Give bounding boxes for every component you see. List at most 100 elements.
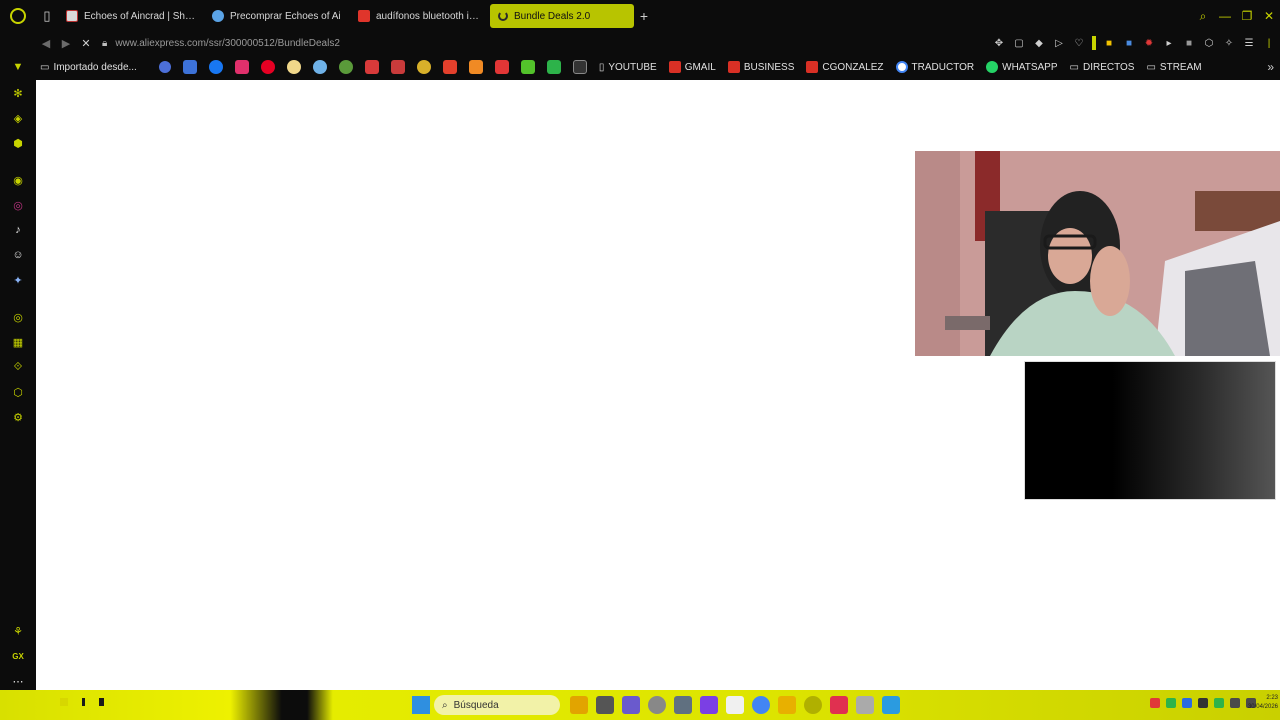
player-icon[interactable]: ◎ [9,308,27,326]
search-tabs-icon[interactable]: ⌕ [1192,0,1214,32]
navigation-bar: ◀ ▶ ✕ 🔒︎ www.aliexpress.com/ssr/30000051… [0,32,1280,54]
settings-icon[interactable]: ⚙ [9,408,27,426]
instagram-icon[interactable]: ◎ [9,196,27,214]
extension-icon-1[interactable]: ■ [1102,36,1116,50]
media-play-icon[interactable]: ▸ [1162,36,1176,50]
bookmark-whatsapp[interactable]: WHATSAPP [982,61,1061,73]
scissors-icon[interactable] [390,60,405,74]
tray-icon[interactable] [1214,698,1224,708]
app-icon[interactable] [674,696,692,714]
taskbar-search[interactable]: ⌕ Búsqueda [434,695,560,715]
address-bar[interactable]: 🔒︎ www.aliexpress.com/ssr/300000512/Bund… [102,38,340,49]
profile-avatar[interactable]: ■ [1182,36,1196,50]
tray-icon[interactable] [1166,698,1176,708]
discord-icon[interactable]: ☺ [9,246,27,264]
bookmark-folder-stream[interactable]: ▭ STREAM [1142,62,1205,73]
bookmark-business[interactable]: BUSINESS [724,61,799,73]
bookmark-icon[interactable] [182,60,197,74]
app-icon[interactable] [622,696,640,714]
extension-icon-3[interactable]: ✹ [1142,36,1156,50]
app-icon[interactable] [882,696,900,714]
hexagon-icon[interactable]: ⬢ [9,134,27,152]
back-button[interactable]: ◀ [36,33,56,53]
extensions-icon[interactable]: ✧ [1222,36,1236,50]
opera-gx-icon[interactable] [804,696,822,714]
gx-label[interactable]: GX [9,647,27,665]
tab-precomprar[interactable]: Precomprar Echoes of Ai [204,4,350,28]
diamond-icon[interactable]: ◈ [9,109,27,127]
tiktok-icon[interactable]: ♪ [9,221,27,239]
widget-icon[interactable] [99,698,104,706]
app-icon[interactable] [596,696,614,714]
opera-gx-menu-button[interactable] [0,0,36,32]
bookmark-sidebar-icon[interactable]: ⚘ [9,622,27,640]
bookmark-icon[interactable] [520,60,535,74]
widget-icon[interactable] [82,698,85,706]
url-text[interactable]: www.aliexpress.com/ssr/300000512/BundleD… [115,38,340,49]
maximize-button[interactable]: ❐ [1236,0,1258,32]
snapshot-icon[interactable]: ▢ [1012,36,1026,50]
lock-icon[interactable]: 🔒︎ [102,38,107,49]
tray-icon[interactable] [1198,698,1208,708]
bookmark-gmail[interactable]: GMAIL [665,61,720,73]
gx-control-icon[interactable]: ▼ [9,58,27,76]
cube-icon[interactable]: ⬡ [9,383,27,401]
taskbar-clock[interactable]: 2:23 30/04/2026 [1238,694,1278,712]
gx-corner-icon[interactable]: ✻ [9,84,27,102]
app-icon[interactable] [570,696,588,714]
close-button[interactable]: ✕ [1258,0,1280,32]
bookmark-icon[interactable] [416,60,431,74]
bookmark-icon[interactable] [364,60,379,74]
sidebar-toggle-icon[interactable]: | [1262,36,1276,50]
app-icon[interactable] [856,696,874,714]
instagram-icon[interactable] [234,60,249,74]
grid-icon[interactable]: ▦ [9,333,27,351]
folder-icon[interactable] [778,696,796,714]
bookmark-folder-directos[interactable]: ▭ DIRECTOS [1066,62,1139,73]
play-icon[interactable]: ▷ [1052,36,1066,50]
minimize-button[interactable]: — [1214,0,1236,32]
whatsapp-icon[interactable]: ◉ [9,171,27,189]
bookmark-icon[interactable] [312,60,327,74]
facebook-icon[interactable] [208,60,223,74]
bookmarks-overflow-icon[interactable]: » [1267,56,1274,78]
tab-echoes-shop[interactable]: Echoes of Aincrad | Shop [58,4,204,28]
pinterest-icon[interactable] [260,60,275,74]
vpn-icon[interactable]: ⬡ [1202,36,1216,50]
tab-audifonos[interactable]: audífonos bluetooth in ear [350,4,490,28]
bookmark-cgonzalez[interactable]: CGONZALEZ [802,61,887,73]
widget-icon[interactable] [60,698,68,706]
bookmark-youtube[interactable]: ▯ YOUTUBE [595,62,661,73]
shield-icon[interactable]: ◆ [1032,36,1046,50]
more-options-icon[interactable]: ⋯ [9,672,27,690]
tray-icon[interactable] [1182,698,1192,708]
kick-icon[interactable] [546,60,561,74]
new-tab-button[interactable]: + [634,6,654,26]
bookmark-icon[interactable] [442,60,457,74]
app-icon[interactable] [700,696,718,714]
bookmark-icon[interactable] [286,60,301,74]
bookmark-traductor[interactable]: TRADUCTOR [892,61,979,73]
compass-icon[interactable]: ⟐ [9,358,27,376]
app-icon[interactable] [648,696,666,714]
gemini-icon[interactable] [158,61,171,73]
forward-button[interactable]: ▶ [56,33,76,53]
bookmark-icon[interactable] [338,60,353,74]
windows-start-icon[interactable] [412,696,430,714]
chrome-icon[interactable] [752,696,770,714]
bookmark-folder-imported[interactable]: ▭ Importado desde... [36,62,141,73]
heart-icon[interactable]: ♡ [1072,36,1086,50]
ai-sparkle-icon[interactable]: ✦ [9,271,27,289]
bookmark-icon[interactable] [572,60,587,74]
extension-icon-2[interactable]: ■ [1122,36,1136,50]
tab-list-icon[interactable]: ▯ [36,0,58,32]
tab-bundle-deals[interactable]: Bundle Deals 2.0 [490,4,634,28]
pin-icon[interactable]: ✥ [992,36,1006,50]
app-icon[interactable] [830,696,848,714]
bookmark-icon[interactable] [494,60,509,74]
stop-loading-button[interactable]: ✕ [76,33,96,53]
easy-setup-icon[interactable]: ☰ [1242,36,1256,50]
file-icon[interactable] [726,696,744,714]
bookmark-icon[interactable] [468,60,483,74]
tray-icon[interactable] [1150,698,1160,708]
